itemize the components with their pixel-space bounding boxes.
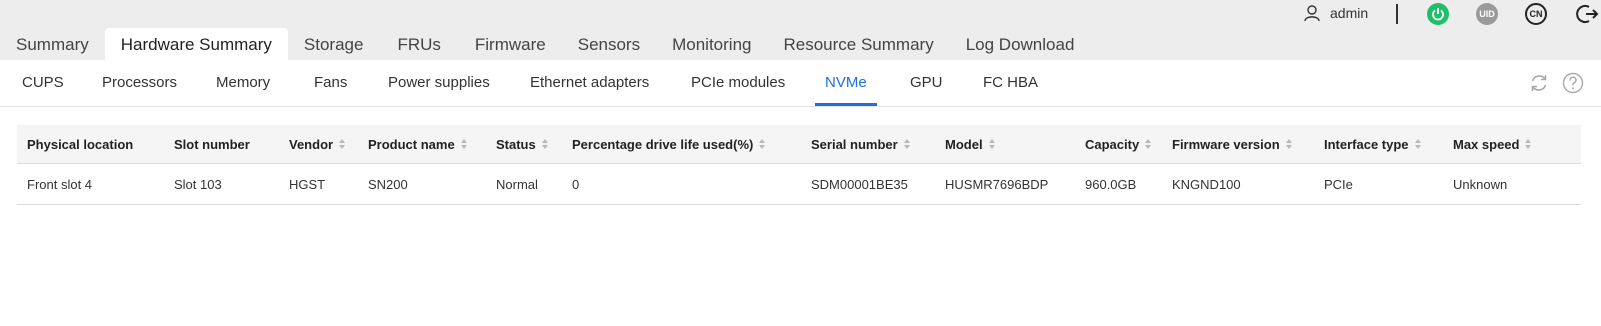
top-bar: admin UID CN: [0, 0, 1601, 28]
main-tabs: Summary Hardware Summary Storage FRUs Fi…: [0, 28, 1090, 60]
subtab-ethernet-adapters[interactable]: Ethernet adapters: [530, 60, 649, 106]
help-icon[interactable]: [1562, 72, 1584, 94]
tab-storage[interactable]: Storage: [288, 28, 380, 60]
column-header-drive-life-used[interactable]: Percentage drive life used(%): [572, 125, 766, 163]
language-button[interactable]: CN: [1525, 3, 1547, 25]
subtab-gpu[interactable]: GPU: [910, 60, 943, 106]
tab-monitoring[interactable]: Monitoring: [656, 28, 767, 60]
tab-frus[interactable]: FRUs: [379, 28, 458, 60]
tab-sensors[interactable]: Sensors: [562, 28, 656, 60]
column-header-model[interactable]: Model: [945, 125, 996, 163]
cell-model: HUSMR7696BDP: [945, 176, 1049, 192]
column-header-slot-number: Slot number: [174, 136, 250, 152]
power-icon: [1432, 8, 1444, 21]
cell-slot-number: Slot 103: [174, 176, 222, 192]
uid-label: UID: [1479, 9, 1495, 19]
cell-serial-number: SDM00001BE35: [811, 176, 908, 192]
sort-icon[interactable]: [339, 139, 346, 149]
cell-vendor: HGST: [289, 176, 326, 192]
table-row: Front slot 4 Slot 103 HGST SN200 Normal …: [17, 164, 1581, 205]
subtab-cups[interactable]: CUPS: [22, 60, 64, 106]
cell-firmware-version: KNGND100: [1172, 176, 1241, 192]
sort-icon[interactable]: [541, 139, 549, 149]
cell-physical-location: Front slot 4: [27, 176, 93, 192]
tab-summary[interactable]: Summary: [0, 28, 105, 60]
column-header-product-name[interactable]: Product name: [368, 125, 468, 163]
subtab-fc-hba[interactable]: FC HBA: [983, 60, 1038, 106]
cell-status: Normal: [496, 176, 538, 192]
sort-icon[interactable]: [1414, 139, 1422, 149]
table-header: Physical location Slot number Vendor Pro…: [17, 125, 1581, 164]
logout-icon[interactable]: [1575, 2, 1599, 26]
cell-capacity: 960.0GB: [1085, 176, 1137, 192]
sort-icon[interactable]: [759, 139, 766, 149]
language-label: CN: [1529, 9, 1543, 19]
subtab-processors[interactable]: Processors: [102, 60, 177, 106]
column-header-interface-type[interactable]: Interface type: [1324, 125, 1422, 163]
cell-drive-life-used: 0: [572, 176, 580, 192]
tab-log-download[interactable]: Log Download: [950, 28, 1091, 60]
header-divider: [1396, 4, 1398, 24]
column-header-firmware-version[interactable]: Firmware version: [1172, 125, 1293, 163]
tab-hardware-summary[interactable]: Hardware Summary: [104, 28, 288, 60]
sub-tabs: CUPS Processors Memory Fans Power suppli…: [0, 60, 1601, 107]
subtab-fans[interactable]: Fans: [314, 60, 347, 106]
uid-button[interactable]: UID: [1476, 3, 1498, 25]
content-panel: CUPS Processors Memory Fans Power suppli…: [0, 60, 1601, 326]
sort-icon[interactable]: [1285, 139, 1293, 149]
sort-icon[interactable]: [1145, 139, 1152, 149]
sort-icon[interactable]: [903, 139, 911, 149]
tab-firmware[interactable]: Firmware: [459, 28, 562, 60]
power-button[interactable]: [1427, 3, 1449, 25]
tab-resource-summary[interactable]: Resource Summary: [767, 28, 949, 60]
refresh-icon[interactable]: [1528, 72, 1550, 94]
sort-icon[interactable]: [988, 139, 996, 149]
cell-interface-type: PCIe: [1324, 176, 1353, 192]
column-header-serial-number[interactable]: Serial number: [811, 125, 911, 163]
username-label[interactable]: admin: [1330, 5, 1368, 21]
cell-product-name: SN200: [368, 176, 408, 192]
column-header-status[interactable]: Status: [496, 125, 549, 163]
sort-icon[interactable]: [460, 139, 468, 149]
user-icon[interactable]: [1303, 4, 1321, 22]
column-header-max-speed[interactable]: Max speed: [1453, 125, 1532, 163]
sort-icon[interactable]: [1525, 139, 1532, 149]
subtab-memory[interactable]: Memory: [216, 60, 270, 106]
cell-max-speed: Unknown: [1453, 176, 1508, 192]
column-header-vendor[interactable]: Vendor: [289, 125, 346, 163]
nvme-table: Physical location Slot number Vendor Pro…: [17, 125, 1581, 205]
column-header-capacity[interactable]: Capacity: [1085, 125, 1152, 163]
subtab-power-supplies[interactable]: Power supplies: [388, 60, 490, 106]
subtab-pcie-modules[interactable]: PCIe modules: [691, 60, 785, 106]
column-header-physical-location: Physical location: [27, 136, 134, 152]
subtab-nvme[interactable]: NVMe: [815, 60, 877, 106]
